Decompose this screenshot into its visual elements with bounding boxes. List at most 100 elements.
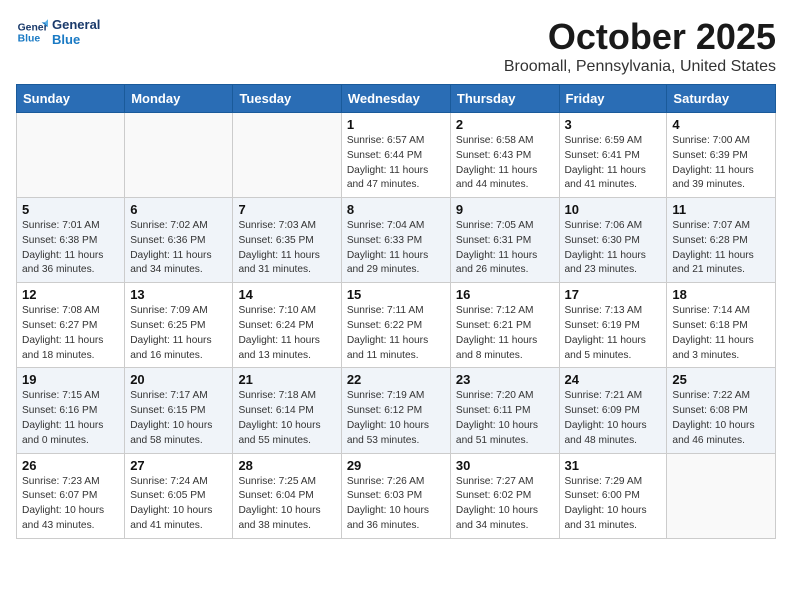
title-block: October 2025 Broomall, Pennsylvania, Uni… xyxy=(504,16,776,76)
logo-icon: General Blue xyxy=(16,16,48,48)
calendar-cell: 9 Sunrise: 7:05 AMSunset: 6:31 PMDaylight… xyxy=(450,198,559,283)
weekday-header-row: SundayMondayTuesdayWednesdayThursdayFrid… xyxy=(17,85,776,113)
calendar-cell: 6 Sunrise: 7:02 AMSunset: 6:36 PMDaylight… xyxy=(125,198,233,283)
calendar-week-row: 26 Sunrise: 7:23 AMSunset: 6:07 PMDayligh… xyxy=(17,453,776,538)
day-info: Sunrise: 7:18 AMSunset: 6:14 PMDaylight:… xyxy=(238,389,335,448)
day-number: 12 xyxy=(22,287,119,302)
day-info: Sunrise: 7:14 AMSunset: 6:18 PMDaylight:… xyxy=(672,304,770,363)
day-info: Sunrise: 7:04 AMSunset: 6:33 PMDaylight:… xyxy=(347,219,445,278)
day-number: 13 xyxy=(130,287,227,302)
day-info: Sunrise: 7:23 AMSunset: 6:07 PMDaylight:… xyxy=(22,475,119,534)
day-info: Sunrise: 7:07 AMSunset: 6:28 PMDaylight:… xyxy=(672,219,770,278)
day-number: 31 xyxy=(565,458,662,473)
day-number: 1 xyxy=(347,117,445,132)
calendar-title: October 2025 xyxy=(504,16,776,58)
calendar-cell: 8 Sunrise: 7:04 AMSunset: 6:33 PMDaylight… xyxy=(341,198,450,283)
day-info: Sunrise: 7:13 AMSunset: 6:19 PMDaylight:… xyxy=(565,304,662,363)
calendar-cell: 20Sunrise: 7:17 AMSunset: 6:15 PMDayligh… xyxy=(125,368,233,453)
day-number: 11 xyxy=(672,202,770,217)
calendar-cell: 3Sunrise: 6:59 AMSunset: 6:41 PMDaylight… xyxy=(559,113,667,198)
calendar-cell: 22 Sunrise: 7:19 AMSunset: 6:12 PMDayligh… xyxy=(341,368,450,453)
day-info: Sunrise: 7:27 AMSunset: 6:02 PMDaylight:… xyxy=(456,475,554,534)
day-info: Sunrise: 7:25 AMSunset: 6:04 PMDaylight:… xyxy=(238,475,335,534)
day-number: 3 xyxy=(565,117,662,132)
weekday-header: Sunday xyxy=(17,85,125,113)
day-number: 21 xyxy=(238,372,335,387)
day-info: Sunrise: 7:22 AMSunset: 6:08 PMDaylight:… xyxy=(672,389,770,448)
day-info: Sunrise: 7:17 AMSunset: 6:15 PMDaylight:… xyxy=(130,389,227,448)
calendar-cell: 17 Sunrise: 7:13 AMSunset: 6:19 PMDayligh… xyxy=(559,283,667,368)
calendar-week-row: 19Sunrise: 7:15 AMSunset: 6:16 PMDayligh… xyxy=(17,368,776,453)
day-number: 19 xyxy=(22,372,119,387)
day-info: Sunrise: 7:21 AMSunset: 6:09 PMDaylight:… xyxy=(565,389,662,448)
calendar-cell: 10Sunrise: 7:06 AMSunset: 6:30 PMDayligh… xyxy=(559,198,667,283)
day-number: 8 xyxy=(347,202,445,217)
calendar-cell: 19Sunrise: 7:15 AMSunset: 6:16 PMDayligh… xyxy=(17,368,125,453)
weekday-header: Monday xyxy=(125,85,233,113)
day-info: Sunrise: 7:05 AMSunset: 6:31 PMDaylight:… xyxy=(456,219,554,278)
day-number: 28 xyxy=(238,458,335,473)
calendar-table: SundayMondayTuesdayWednesdayThursdayFrid… xyxy=(16,84,776,539)
calendar-cell: 15Sunrise: 7:11 AMSunset: 6:22 PMDayligh… xyxy=(341,283,450,368)
day-number: 9 xyxy=(456,202,554,217)
day-number: 26 xyxy=(22,458,119,473)
calendar-cell xyxy=(667,453,776,538)
day-number: 2 xyxy=(456,117,554,132)
weekday-header: Friday xyxy=(559,85,667,113)
day-info: Sunrise: 7:20 AMSunset: 6:11 PMDaylight:… xyxy=(456,389,554,448)
day-info: Sunrise: 7:29 AMSunset: 6:00 PMDaylight:… xyxy=(565,475,662,534)
day-number: 6 xyxy=(130,202,227,217)
calendar-cell: 28 Sunrise: 7:25 AMSunset: 6:04 PMDayligh… xyxy=(233,453,341,538)
calendar-cell: 5 Sunrise: 7:01 AMSunset: 6:38 PMDaylight… xyxy=(17,198,125,283)
logo-line2: Blue xyxy=(52,32,100,47)
calendar-week-row: 12 Sunrise: 7:08 AMSunset: 6:27 PMDayligh… xyxy=(17,283,776,368)
day-number: 22 xyxy=(347,372,445,387)
day-info: Sunrise: 7:26 AMSunset: 6:03 PMDaylight:… xyxy=(347,475,445,534)
calendar-subtitle: Broomall, Pennsylvania, United States xyxy=(504,58,776,76)
weekday-header: Thursday xyxy=(450,85,559,113)
calendar-cell: 14Sunrise: 7:10 AMSunset: 6:24 PMDayligh… xyxy=(233,283,341,368)
day-number: 29 xyxy=(347,458,445,473)
calendar-cell: 27 Sunrise: 7:24 AMSunset: 6:05 PMDayligh… xyxy=(125,453,233,538)
svg-text:Blue: Blue xyxy=(18,34,41,45)
day-info: Sunrise: 7:24 AMSunset: 6:05 PMDaylight:… xyxy=(130,475,227,534)
calendar-cell: 24 Sunrise: 7:21 AMSunset: 6:09 PMDayligh… xyxy=(559,368,667,453)
calendar-cell xyxy=(233,113,341,198)
calendar-cell: 11 Sunrise: 7:07 AMSunset: 6:28 PMDayligh… xyxy=(667,198,776,283)
day-number: 24 xyxy=(565,372,662,387)
day-info: Sunrise: 7:02 AMSunset: 6:36 PMDaylight:… xyxy=(130,219,227,278)
day-info: Sunrise: 7:08 AMSunset: 6:27 PMDaylight:… xyxy=(22,304,119,363)
day-info: Sunrise: 7:01 AMSunset: 6:38 PMDaylight:… xyxy=(22,219,119,278)
day-info: Sunrise: 7:03 AMSunset: 6:35 PMDaylight:… xyxy=(238,219,335,278)
day-number: 5 xyxy=(22,202,119,217)
day-info: Sunrise: 7:19 AMSunset: 6:12 PMDaylight:… xyxy=(347,389,445,448)
day-number: 27 xyxy=(130,458,227,473)
calendar-cell: 18 Sunrise: 7:14 AMSunset: 6:18 PMDayligh… xyxy=(667,283,776,368)
calendar-cell: 7Sunrise: 7:03 AMSunset: 6:35 PMDaylight… xyxy=(233,198,341,283)
day-number: 25 xyxy=(672,372,770,387)
day-number: 4 xyxy=(672,117,770,132)
calendar-cell: 1 Sunrise: 6:57 AMSunset: 6:44 PMDaylight… xyxy=(341,113,450,198)
weekday-header: Wednesday xyxy=(341,85,450,113)
weekday-header: Saturday xyxy=(667,85,776,113)
svg-text:General: General xyxy=(18,22,48,33)
weekday-header: Tuesday xyxy=(233,85,341,113)
day-info: Sunrise: 7:12 AMSunset: 6:21 PMDaylight:… xyxy=(456,304,554,363)
calendar-cell: 31 Sunrise: 7:29 AMSunset: 6:00 PMDayligh… xyxy=(559,453,667,538)
page-header: General Blue General Blue October 2025 B… xyxy=(16,16,776,76)
day-info: Sunrise: 7:10 AMSunset: 6:24 PMDaylight:… xyxy=(238,304,335,363)
day-number: 23 xyxy=(456,372,554,387)
calendar-week-row: 5 Sunrise: 7:01 AMSunset: 6:38 PMDaylight… xyxy=(17,198,776,283)
day-info: Sunrise: 7:06 AMSunset: 6:30 PMDaylight:… xyxy=(565,219,662,278)
calendar-cell: 16 Sunrise: 7:12 AMSunset: 6:21 PMDayligh… xyxy=(450,283,559,368)
day-number: 18 xyxy=(672,287,770,302)
day-number: 16 xyxy=(456,287,554,302)
day-info: Sunrise: 6:57 AMSunset: 6:44 PMDaylight:… xyxy=(347,134,445,193)
calendar-cell: 12 Sunrise: 7:08 AMSunset: 6:27 PMDayligh… xyxy=(17,283,125,368)
logo-line1: General xyxy=(52,17,100,32)
calendar-cell: 23 Sunrise: 7:20 AMSunset: 6:11 PMDayligh… xyxy=(450,368,559,453)
calendar-cell xyxy=(125,113,233,198)
calendar-cell: 2Sunrise: 6:58 AMSunset: 6:43 PMDaylight… xyxy=(450,113,559,198)
day-number: 17 xyxy=(565,287,662,302)
calendar-cell: 21 Sunrise: 7:18 AMSunset: 6:14 PMDayligh… xyxy=(233,368,341,453)
